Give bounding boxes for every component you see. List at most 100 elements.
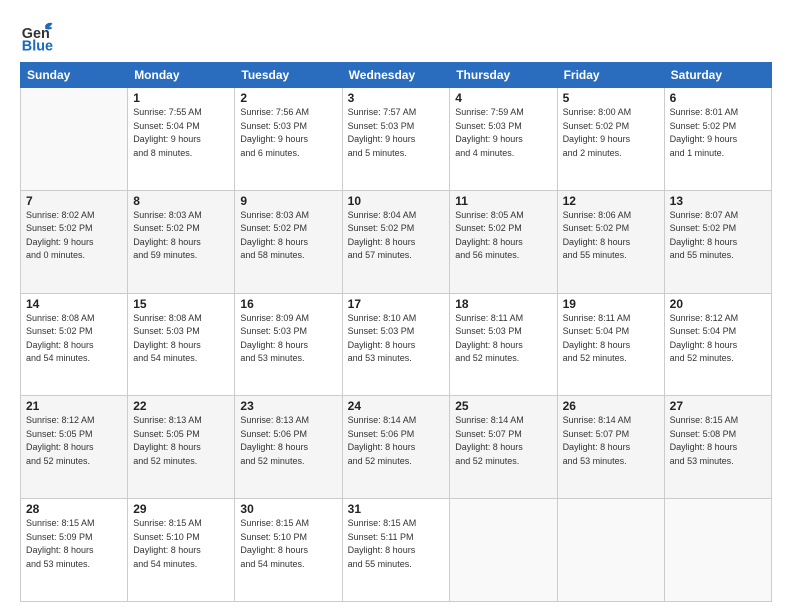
- day-info: Sunrise: 8:13 AM Sunset: 5:05 PM Dayligh…: [133, 414, 229, 468]
- calendar-page: Gen Blue SundayMondayTuesdayWednesdayThu…: [0, 0, 792, 612]
- day-number: 16: [240, 297, 336, 311]
- calendar-cell: 9Sunrise: 8:03 AM Sunset: 5:02 PM Daylig…: [235, 190, 342, 293]
- day-number: 7: [26, 194, 122, 208]
- week-row-5: 28Sunrise: 8:15 AM Sunset: 5:09 PM Dayli…: [21, 499, 772, 602]
- day-number: 9: [240, 194, 336, 208]
- calendar-cell: 7Sunrise: 8:02 AM Sunset: 5:02 PM Daylig…: [21, 190, 128, 293]
- svg-text:Blue: Blue: [22, 38, 53, 54]
- week-row-3: 14Sunrise: 8:08 AM Sunset: 5:02 PM Dayli…: [21, 293, 772, 396]
- calendar-cell: 28Sunrise: 8:15 AM Sunset: 5:09 PM Dayli…: [21, 499, 128, 602]
- calendar-cell: 8Sunrise: 8:03 AM Sunset: 5:02 PM Daylig…: [128, 190, 235, 293]
- calendar-cell: 4Sunrise: 7:59 AM Sunset: 5:03 PM Daylig…: [450, 88, 557, 191]
- weekday-header-friday: Friday: [557, 63, 664, 88]
- day-number: 4: [455, 91, 551, 105]
- day-info: Sunrise: 8:15 AM Sunset: 5:11 PM Dayligh…: [348, 517, 445, 571]
- day-info: Sunrise: 8:14 AM Sunset: 5:07 PM Dayligh…: [563, 414, 659, 468]
- day-info: Sunrise: 8:11 AM Sunset: 5:04 PM Dayligh…: [563, 312, 659, 366]
- day-number: 21: [26, 399, 122, 413]
- weekday-header-row: SundayMondayTuesdayWednesdayThursdayFrid…: [21, 63, 772, 88]
- day-info: Sunrise: 8:08 AM Sunset: 5:02 PM Dayligh…: [26, 312, 122, 366]
- weekday-header-saturday: Saturday: [664, 63, 771, 88]
- day-info: Sunrise: 7:55 AM Sunset: 5:04 PM Dayligh…: [133, 106, 229, 160]
- day-info: Sunrise: 7:56 AM Sunset: 5:03 PM Dayligh…: [240, 106, 336, 160]
- day-number: 6: [670, 91, 766, 105]
- day-number: 22: [133, 399, 229, 413]
- week-row-1: 1Sunrise: 7:55 AM Sunset: 5:04 PM Daylig…: [21, 88, 772, 191]
- calendar-cell: [664, 499, 771, 602]
- day-number: 19: [563, 297, 659, 311]
- day-info: Sunrise: 8:10 AM Sunset: 5:03 PM Dayligh…: [348, 312, 445, 366]
- calendar-cell: 30Sunrise: 8:15 AM Sunset: 5:10 PM Dayli…: [235, 499, 342, 602]
- calendar-cell: 20Sunrise: 8:12 AM Sunset: 5:04 PM Dayli…: [664, 293, 771, 396]
- calendar-cell: [21, 88, 128, 191]
- day-info: Sunrise: 8:15 AM Sunset: 5:10 PM Dayligh…: [133, 517, 229, 571]
- calendar-cell: 21Sunrise: 8:12 AM Sunset: 5:05 PM Dayli…: [21, 396, 128, 499]
- day-number: 3: [348, 91, 445, 105]
- calendar-cell: [450, 499, 557, 602]
- week-row-2: 7Sunrise: 8:02 AM Sunset: 5:02 PM Daylig…: [21, 190, 772, 293]
- day-info: Sunrise: 8:00 AM Sunset: 5:02 PM Dayligh…: [563, 106, 659, 160]
- calendar-cell: 26Sunrise: 8:14 AM Sunset: 5:07 PM Dayli…: [557, 396, 664, 499]
- day-number: 1: [133, 91, 229, 105]
- day-number: 30: [240, 502, 336, 516]
- day-info: Sunrise: 8:02 AM Sunset: 5:02 PM Dayligh…: [26, 209, 122, 263]
- calendar-cell: 31Sunrise: 8:15 AM Sunset: 5:11 PM Dayli…: [342, 499, 450, 602]
- calendar-cell: 15Sunrise: 8:08 AM Sunset: 5:03 PM Dayli…: [128, 293, 235, 396]
- weekday-header-sunday: Sunday: [21, 63, 128, 88]
- calendar-table: SundayMondayTuesdayWednesdayThursdayFrid…: [20, 62, 772, 602]
- day-number: 31: [348, 502, 445, 516]
- day-info: Sunrise: 8:14 AM Sunset: 5:07 PM Dayligh…: [455, 414, 551, 468]
- day-info: Sunrise: 8:07 AM Sunset: 5:02 PM Dayligh…: [670, 209, 766, 263]
- day-info: Sunrise: 8:12 AM Sunset: 5:05 PM Dayligh…: [26, 414, 122, 468]
- weekday-header-tuesday: Tuesday: [235, 63, 342, 88]
- day-info: Sunrise: 8:14 AM Sunset: 5:06 PM Dayligh…: [348, 414, 445, 468]
- day-number: 5: [563, 91, 659, 105]
- day-number: 10: [348, 194, 445, 208]
- day-number: 29: [133, 502, 229, 516]
- calendar-cell: 23Sunrise: 8:13 AM Sunset: 5:06 PM Dayli…: [235, 396, 342, 499]
- day-info: Sunrise: 8:01 AM Sunset: 5:02 PM Dayligh…: [670, 106, 766, 160]
- logo-icon: Gen Blue: [20, 18, 56, 54]
- calendar-cell: 22Sunrise: 8:13 AM Sunset: 5:05 PM Dayli…: [128, 396, 235, 499]
- week-row-4: 21Sunrise: 8:12 AM Sunset: 5:05 PM Dayli…: [21, 396, 772, 499]
- calendar-cell: 24Sunrise: 8:14 AM Sunset: 5:06 PM Dayli…: [342, 396, 450, 499]
- day-number: 11: [455, 194, 551, 208]
- calendar-cell: 25Sunrise: 8:14 AM Sunset: 5:07 PM Dayli…: [450, 396, 557, 499]
- calendar-cell: 3Sunrise: 7:57 AM Sunset: 5:03 PM Daylig…: [342, 88, 450, 191]
- day-info: Sunrise: 8:11 AM Sunset: 5:03 PM Dayligh…: [455, 312, 551, 366]
- day-info: Sunrise: 8:15 AM Sunset: 5:08 PM Dayligh…: [670, 414, 766, 468]
- weekday-header-monday: Monday: [128, 63, 235, 88]
- day-number: 23: [240, 399, 336, 413]
- day-number: 26: [563, 399, 659, 413]
- day-number: 20: [670, 297, 766, 311]
- day-info: Sunrise: 8:13 AM Sunset: 5:06 PM Dayligh…: [240, 414, 336, 468]
- day-number: 25: [455, 399, 551, 413]
- calendar-cell: 5Sunrise: 8:00 AM Sunset: 5:02 PM Daylig…: [557, 88, 664, 191]
- calendar-cell: 29Sunrise: 8:15 AM Sunset: 5:10 PM Dayli…: [128, 499, 235, 602]
- day-info: Sunrise: 8:06 AM Sunset: 5:02 PM Dayligh…: [563, 209, 659, 263]
- weekday-header-thursday: Thursday: [450, 63, 557, 88]
- day-info: Sunrise: 8:09 AM Sunset: 5:03 PM Dayligh…: [240, 312, 336, 366]
- day-number: 12: [563, 194, 659, 208]
- day-info: Sunrise: 8:03 AM Sunset: 5:02 PM Dayligh…: [133, 209, 229, 263]
- calendar-cell: 12Sunrise: 8:06 AM Sunset: 5:02 PM Dayli…: [557, 190, 664, 293]
- day-info: Sunrise: 8:15 AM Sunset: 5:09 PM Dayligh…: [26, 517, 122, 571]
- day-number: 2: [240, 91, 336, 105]
- header: Gen Blue: [20, 18, 772, 54]
- calendar-cell: [557, 499, 664, 602]
- calendar-cell: 11Sunrise: 8:05 AM Sunset: 5:02 PM Dayli…: [450, 190, 557, 293]
- calendar-cell: 17Sunrise: 8:10 AM Sunset: 5:03 PM Dayli…: [342, 293, 450, 396]
- day-info: Sunrise: 7:59 AM Sunset: 5:03 PM Dayligh…: [455, 106, 551, 160]
- calendar-cell: 19Sunrise: 8:11 AM Sunset: 5:04 PM Dayli…: [557, 293, 664, 396]
- calendar-cell: 6Sunrise: 8:01 AM Sunset: 5:02 PM Daylig…: [664, 88, 771, 191]
- calendar-cell: 2Sunrise: 7:56 AM Sunset: 5:03 PM Daylig…: [235, 88, 342, 191]
- day-info: Sunrise: 7:57 AM Sunset: 5:03 PM Dayligh…: [348, 106, 445, 160]
- day-info: Sunrise: 8:03 AM Sunset: 5:02 PM Dayligh…: [240, 209, 336, 263]
- day-number: 18: [455, 297, 551, 311]
- day-number: 14: [26, 297, 122, 311]
- day-number: 8: [133, 194, 229, 208]
- calendar-cell: 14Sunrise: 8:08 AM Sunset: 5:02 PM Dayli…: [21, 293, 128, 396]
- day-number: 17: [348, 297, 445, 311]
- day-info: Sunrise: 8:05 AM Sunset: 5:02 PM Dayligh…: [455, 209, 551, 263]
- calendar-cell: 16Sunrise: 8:09 AM Sunset: 5:03 PM Dayli…: [235, 293, 342, 396]
